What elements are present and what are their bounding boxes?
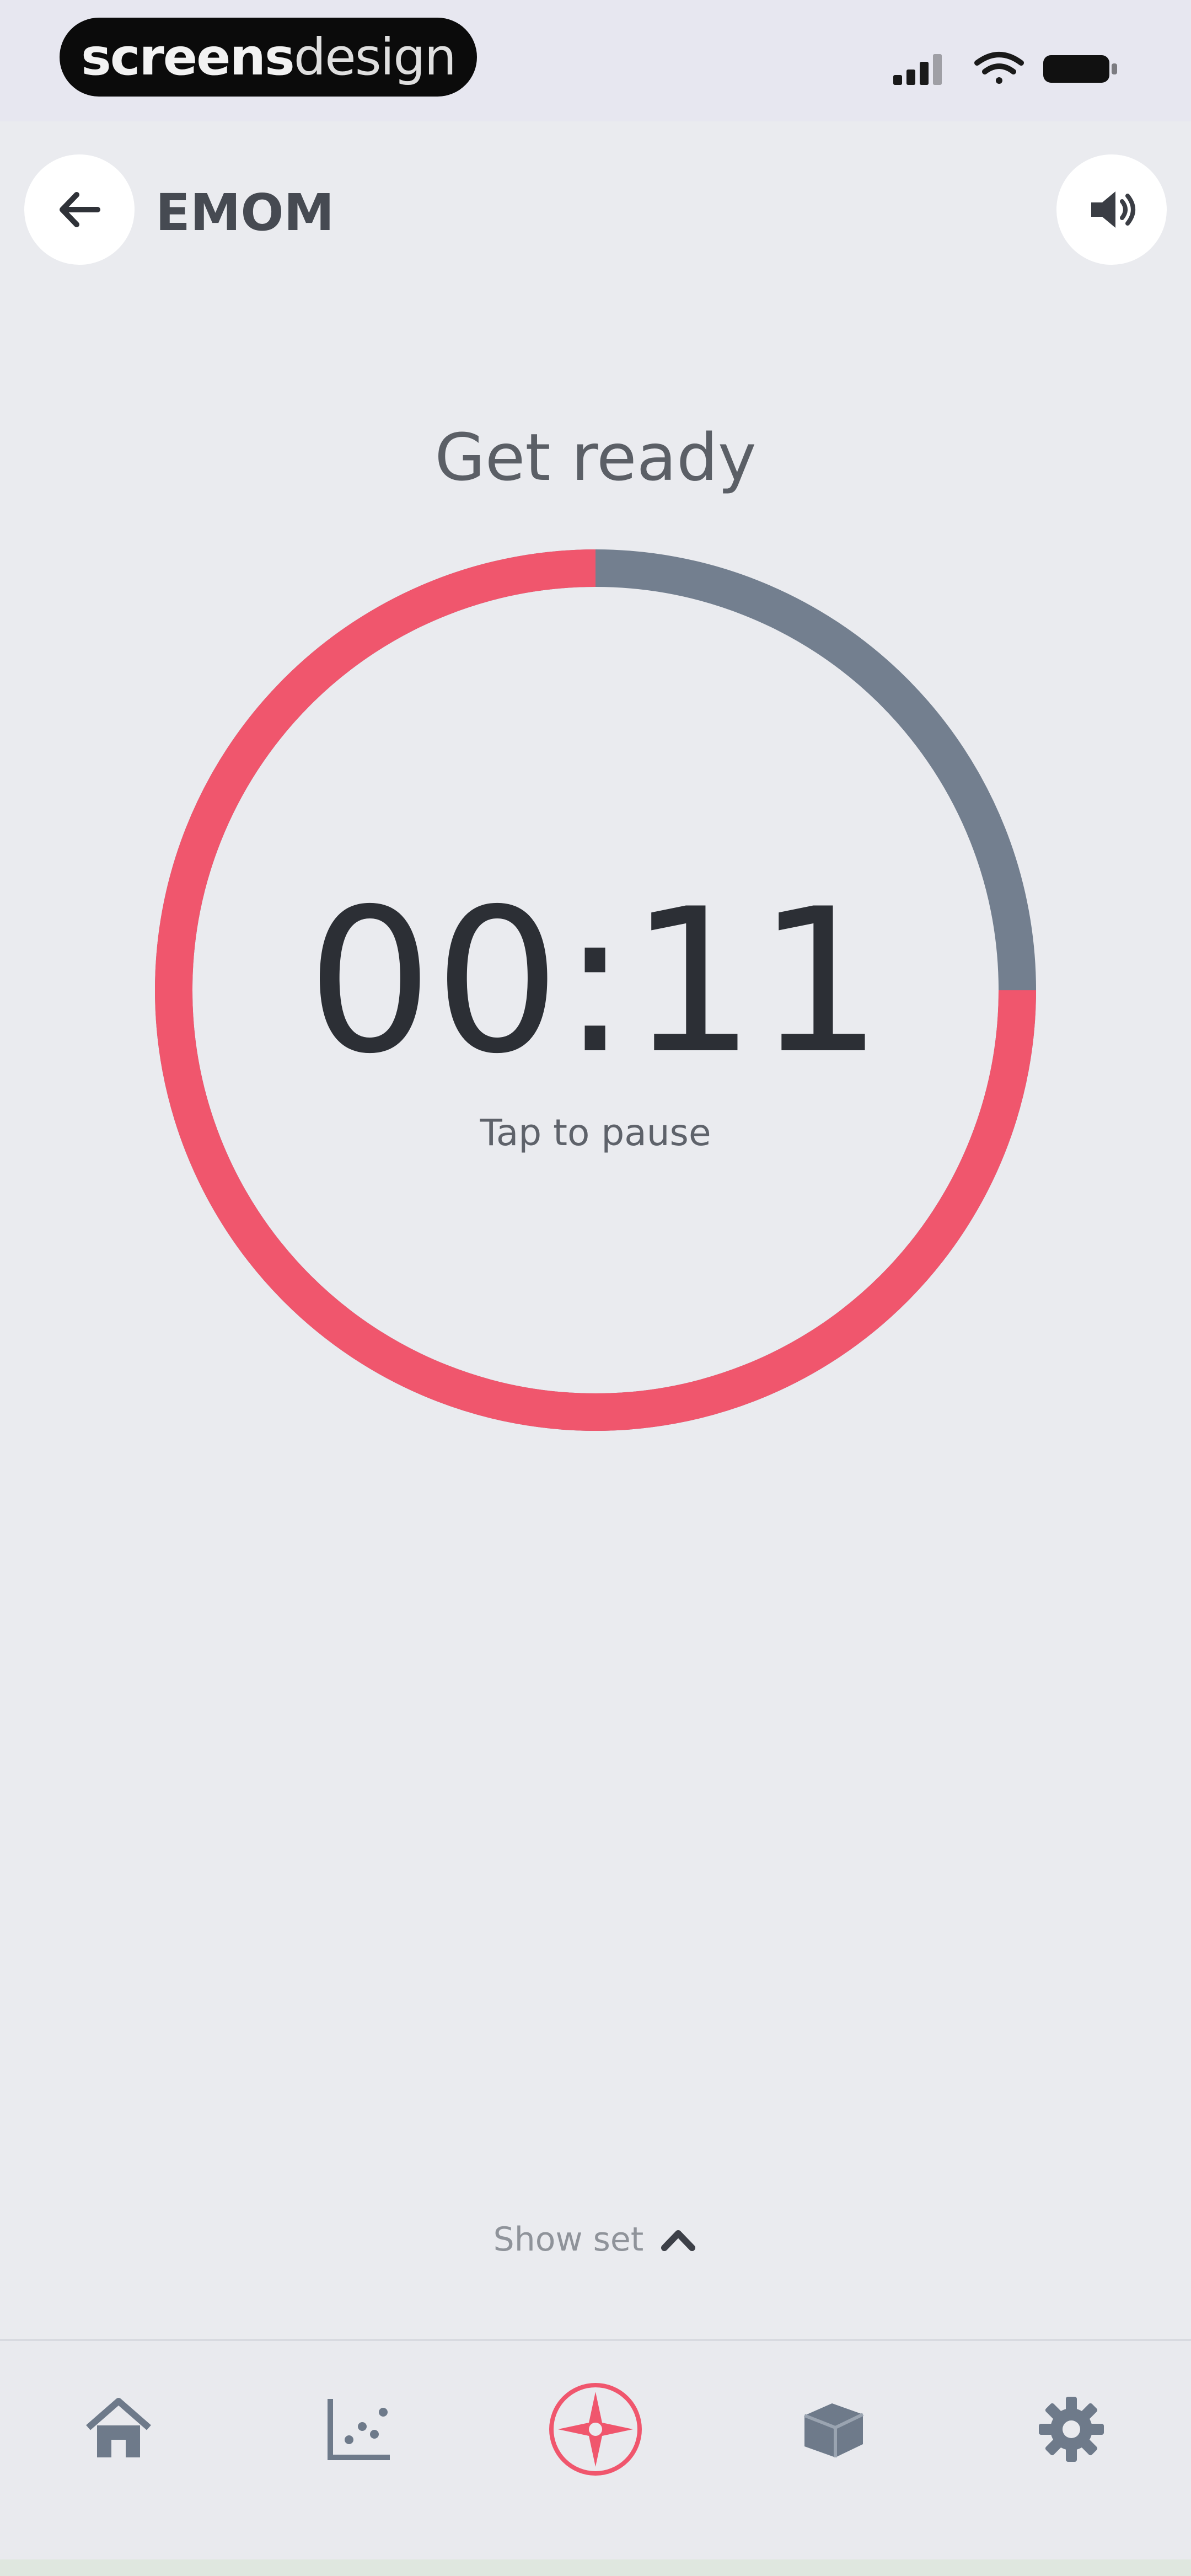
show-set-label: Show set [493,2220,644,2259]
box-icon [803,2403,864,2457]
brand-logo: screensdesign [60,18,477,97]
home-indicator [0,2559,1191,2576]
nav-item-stats[interactable] [303,2374,414,2484]
status-icons [893,52,1117,85]
header: EMOM [0,132,1191,276]
back-button[interactable] [24,154,135,265]
sound-button[interactable] [1056,154,1167,265]
speaker-icon [1091,191,1135,228]
show-set-toggle[interactable]: Show set [0,2220,1191,2259]
signal-icon [893,54,942,85]
brand-text-light: design [293,28,457,87]
app-screen: screensdesign EMOM Get ready 00:11 Tap t… [0,0,1191,2576]
timer-status: Get ready [434,419,757,495]
page-title: EMOM [155,183,335,242]
bottom-nav [0,2339,1191,2576]
gear-icon [1039,2397,1104,2462]
tap-to-pause-hint: Tap to pause [480,1111,711,1154]
chart-icon [328,2399,390,2460]
wifi-icon [974,52,1024,84]
status-bar: screensdesign [0,0,1191,121]
brand-text: screensdesign [81,28,457,87]
brand-text-bold: screens [81,28,295,87]
nav-item-settings[interactable] [1016,2374,1126,2484]
nav-item-box[interactable] [779,2374,889,2484]
arrow-left-icon [60,192,100,227]
chevron-up-icon [661,2230,696,2251]
time-display: 00:11 [307,866,884,1097]
compass-icon [549,2383,642,2476]
nav-item-home[interactable] [63,2374,174,2484]
battery-icon [1043,55,1117,83]
nav-item-timer[interactable] [540,2374,651,2484]
home-icon [86,2398,151,2457]
